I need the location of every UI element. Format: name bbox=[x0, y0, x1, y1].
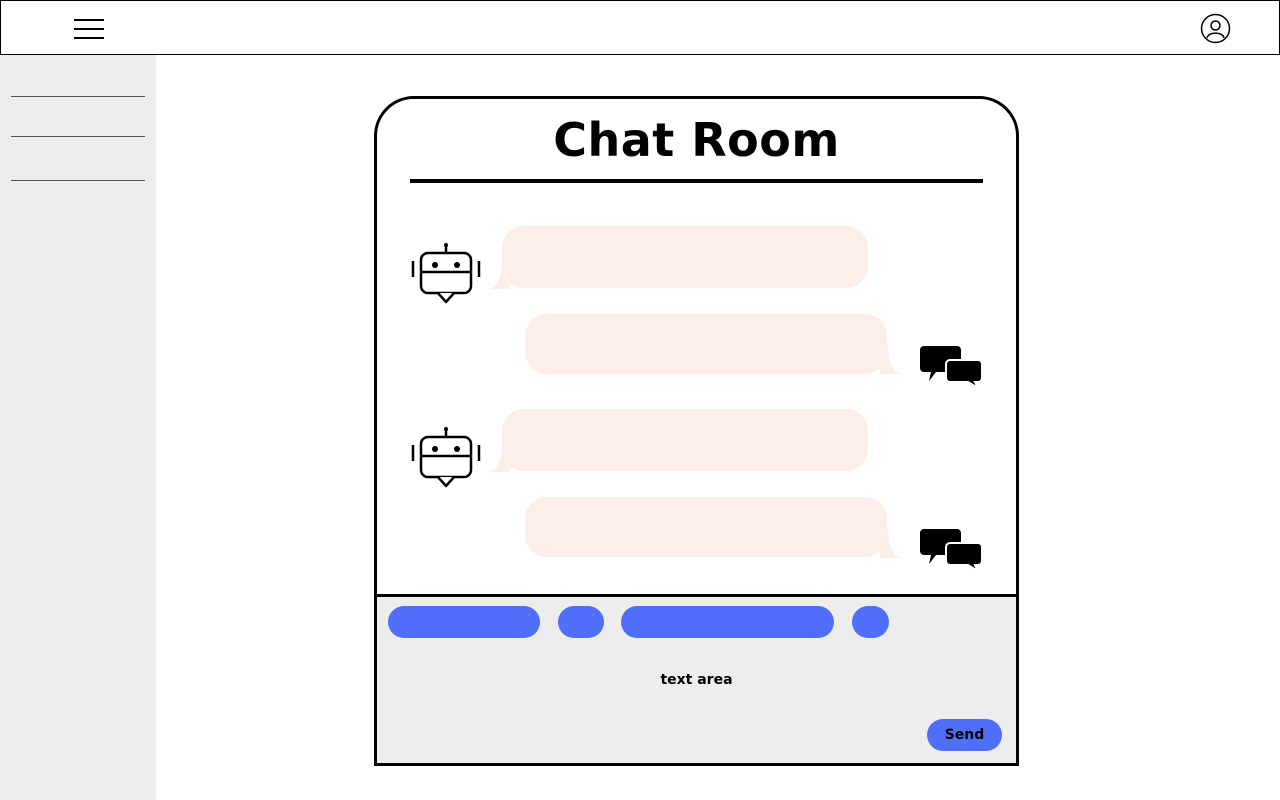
top-bar bbox=[0, 0, 1280, 55]
quick-action-chip-4[interactable] bbox=[852, 606, 889, 638]
hamburger-menu-icon[interactable] bbox=[74, 18, 104, 40]
user-message-bubble bbox=[525, 497, 887, 557]
sidebar-item-1[interactable] bbox=[11, 96, 145, 97]
title-divider bbox=[410, 179, 983, 183]
bot-message-bubble bbox=[502, 409, 868, 471]
sidebar-item-2[interactable] bbox=[11, 136, 145, 137]
robot-icon bbox=[411, 427, 481, 488]
sidebar bbox=[0, 55, 156, 800]
message-text-area[interactable]: text area bbox=[377, 672, 1016, 688]
user-profile-icon[interactable] bbox=[1200, 13, 1231, 44]
chat-room-title: Chat Room bbox=[553, 113, 840, 167]
user-message-bubble bbox=[525, 314, 887, 374]
quick-action-chip-1[interactable] bbox=[388, 606, 540, 638]
chat-bubbles-icon bbox=[920, 529, 983, 571]
message-composer: text area Send bbox=[377, 594, 1016, 763]
chat-bubbles-icon bbox=[920, 346, 983, 388]
bot-message-bubble bbox=[502, 226, 868, 288]
send-button[interactable]: Send bbox=[927, 719, 1002, 751]
quick-action-chip-2[interactable] bbox=[558, 606, 604, 638]
robot-icon bbox=[411, 243, 481, 304]
quick-action-chip-3[interactable] bbox=[621, 606, 834, 638]
chat-room-panel: Chat Room text area Send bbox=[374, 96, 1019, 766]
sidebar-item-3[interactable] bbox=[11, 180, 145, 181]
